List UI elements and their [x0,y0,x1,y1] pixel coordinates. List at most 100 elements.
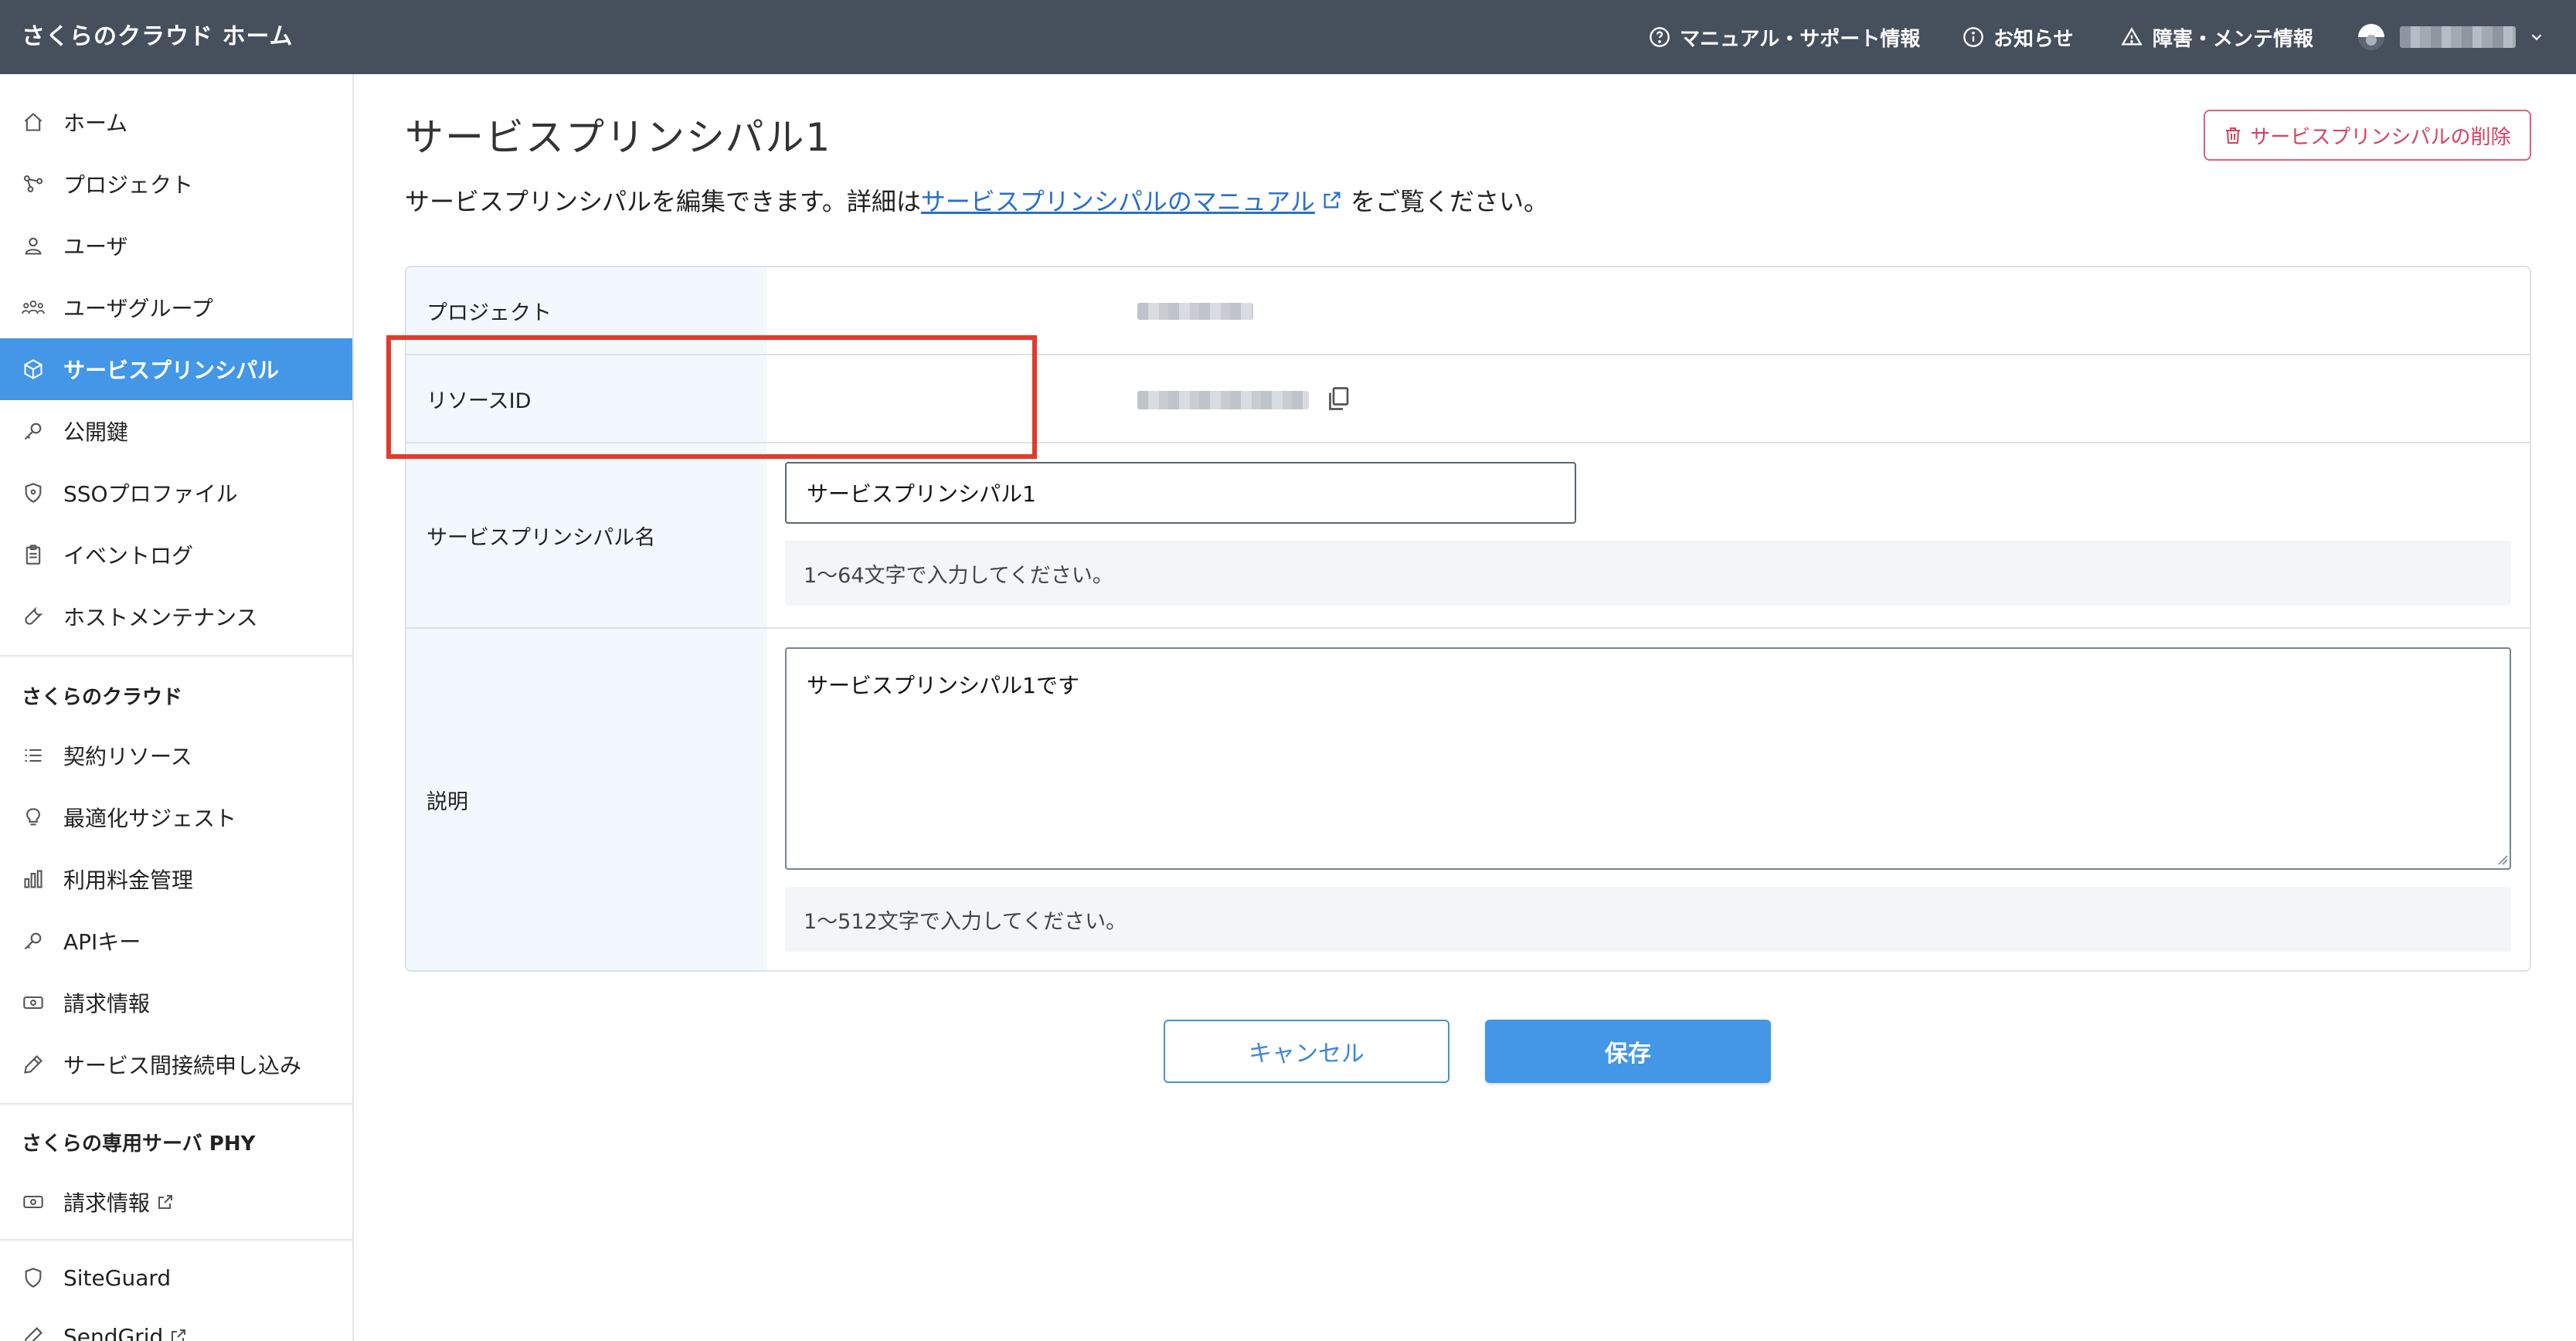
sidebar-divider [0,655,352,657]
bill-icon [20,990,46,1016]
send-icon [20,1323,46,1341]
shield-icon [20,1265,46,1291]
home-icon [20,109,46,135]
name-label: サービスプリンシパル名 [406,443,766,627]
list-icon [20,742,46,769]
cube-icon [20,356,46,382]
page-title: サービスプリンシパル1 [405,115,832,160]
sidebar-item-billing-management[interactable]: 利用料金管理 [0,848,352,910]
resource-id-redacted [1137,391,1309,409]
sidebar-item-sso-profile[interactable]: SSOプロファイル [0,462,352,524]
sidebar-item-service-connection[interactable]: サービス間接続申し込み [0,1034,352,1095]
resize-handle-icon[interactable] [2497,854,2508,865]
manual-support-link[interactable]: マニュアル・サポート情報 [1649,0,1920,74]
manual-support-label: マニュアル・サポート情報 [1680,27,1921,51]
bill-icon [20,1189,46,1215]
user-name-redacted [2400,26,2516,48]
sidebar-item-event-log[interactable]: イベントログ [0,524,352,586]
sidebar-divider [0,1239,352,1241]
form-row-name: サービスプリンシパル名 サービスプリンシパル1 1〜64文字で入力してください。 [406,443,2530,629]
help-circle-icon [1650,27,1670,47]
incidents-link[interactable]: 障害・メンテ情報 [2120,0,2313,74]
sidebar-item-label: APIキー [63,929,141,955]
key-icon [20,418,46,444]
sidebar-item-label: ホーム [63,110,128,136]
sidebar-item-sendgrid[interactable]: SendGrid [0,1305,352,1341]
sidebar-item-label: SendGrid [63,1323,164,1341]
trash-icon [2226,127,2241,144]
sidebar-divider [0,1103,352,1105]
top-bar: さくらのクラウド ホーム マニュアル・サポート情報 お知らせ 障害・メンテ情報 [0,0,2576,74]
sidebar-item-label: 請求情報 [63,991,151,1017]
page-description: サービスプリンシパルを編集できます。詳細は サービスプリンシパルのマニュアル を… [405,182,1548,218]
manual-link[interactable]: サービスプリンシパルのマニュアル [921,182,1315,218]
news-label: お知らせ [1993,27,2074,51]
description-text: サービスプリンシパルを編集できます。詳細は [405,187,921,216]
sidebar-item-label: 契約リソース [63,744,192,769]
sidebar-item-label: サービスプリンシパル [63,358,280,383]
project-icon [20,171,46,197]
service-principal-name-input[interactable]: サービスプリンシパル1 [785,462,1576,524]
clipboard-icon [20,541,46,568]
description-label: 説明 [406,629,766,970]
chevron-down-icon [2531,34,2542,41]
sidebar-item-billing-info[interactable]: 請求情報 [0,972,352,1034]
external-link-icon [172,1329,186,1341]
project-name-redacted [1137,303,1253,320]
sidebar: ホーム プロジェクト ユーザ ユーザグループ サービスプリンシパル 公開鍵 SS… [0,74,354,1341]
sidebar-item-label: 最適化サジェスト [63,806,237,831]
lightbulb-icon [20,804,46,830]
user-icon [20,233,46,259]
sidebar-item-label: SSOプロファイル [63,481,238,507]
sidebar-item-service-principal[interactable]: サービスプリンシパル [0,338,352,400]
sidebar-item-label: ユーザグループ [63,296,213,321]
key-icon [20,928,46,954]
section-sakura-phy: さくらの専用サーバ PHY [22,1132,256,1156]
copy-icon[interactable] [1324,385,1352,412]
warning-icon [2121,27,2143,46]
sidebar-item-optimization-suggest[interactable]: 最適化サジェスト [0,786,352,848]
sidebar-item-label: イベントログ [63,543,194,569]
name-hint: 1〜64文字で入力してください。 [785,541,2511,606]
wrench-icon [20,603,46,630]
sidebar-item-public-key[interactable]: 公開鍵 [0,400,352,462]
form-row-description: 説明 任意 サービスプリンシパル1です 1〜512文字で入力してください。 [406,629,2530,970]
section-sakura-cloud: さくらのクラウド [22,686,183,709]
sidebar-item-phy-billing-info[interactable]: 請求情報 [0,1171,352,1233]
sidebar-item-user-group[interactable]: ユーザグループ [0,277,352,338]
sidebar-item-user[interactable]: ユーザ [0,215,352,277]
news-link[interactable]: お知らせ [1963,0,2073,74]
incidents-label: 障害・メンテ情報 [2153,27,2314,51]
external-link-icon[interactable] [1321,189,1343,211]
description-textarea[interactable]: サービスプリンシパル1です [785,647,2511,870]
sidebar-item-host-maintenance[interactable]: ホストメンテナンス [0,586,352,647]
brand-title[interactable]: さくらのクラウド ホーム [22,0,294,74]
delete-button-label: サービスプリンシパルの削除 [2250,125,2511,149]
bar-chart-icon [20,866,46,892]
sidebar-item-home[interactable]: ホーム [0,91,352,153]
highlight-box [386,335,1037,459]
cancel-button[interactable]: キャンセル [1164,1020,1449,1083]
info-circle-icon [1963,27,1983,47]
external-link-icon [158,1195,173,1209]
shield-icon [20,480,46,506]
user-menu[interactable] [2357,0,2545,74]
save-button[interactable]: 保存 [1485,1020,1771,1083]
sidebar-item-label: 請求情報 [63,1190,151,1216]
description-text-end: をご覧ください。 [1350,187,1548,216]
sidebar-item-contract-resources[interactable]: 契約リソース [0,725,352,786]
sidebar-item-label: 利用料金管理 [63,867,194,893]
delete-service-principal-button[interactable]: サービスプリンシパルの削除 [2204,110,2531,161]
description-hint: 1〜512文字で入力してください。 [785,887,2511,952]
sidebar-item-label: サービス間接続申し込み [63,1053,302,1078]
sidebar-item-label: ホストメンテナンス [63,605,258,630]
avatar [2358,24,2384,50]
sidebar-item-label: SiteGuard [63,1265,172,1291]
sidebar-item-label: プロジェクト [63,172,194,198]
sidebar-item-api-key[interactable]: APIキー [0,910,352,972]
sidebar-item-label: 公開鍵 [63,419,129,445]
sidebar-item-label: ユーザ [63,234,128,260]
sidebar-item-project[interactable]: プロジェクト [0,153,352,215]
user-group-icon [20,294,46,321]
sidebar-item-siteguard[interactable]: SiteGuard [0,1247,352,1309]
